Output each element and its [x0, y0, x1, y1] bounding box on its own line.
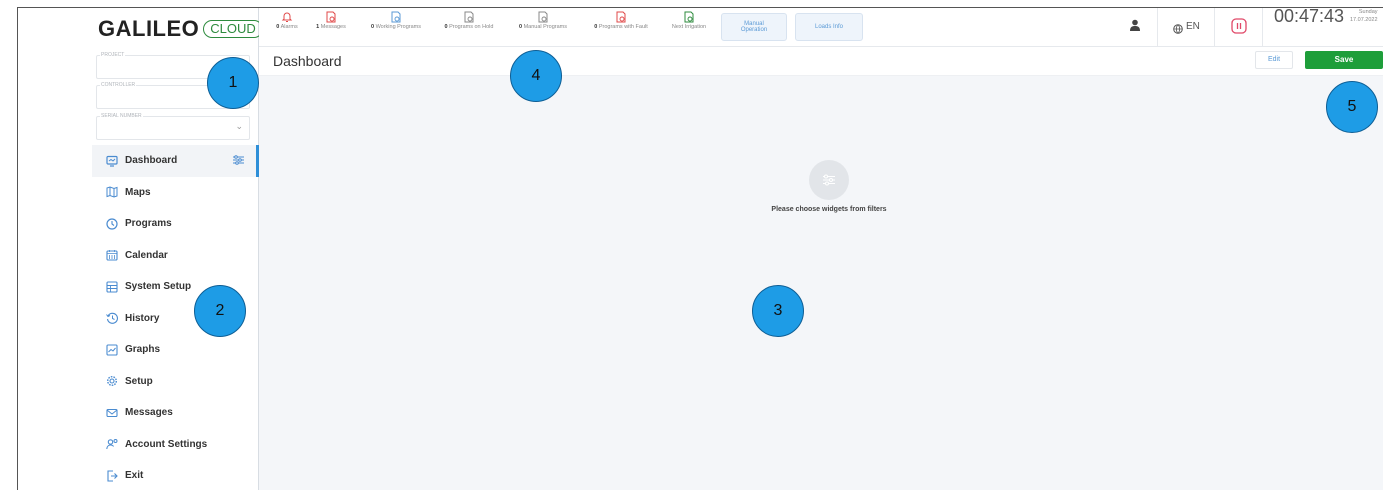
- clock-time: 00:47:43: [1274, 6, 1345, 26]
- save-button[interactable]: Save: [1305, 51, 1383, 69]
- clock-date: Sunday 17.07.2022: [1350, 8, 1378, 24]
- sidebar-item-label: Dashboard: [125, 155, 178, 167]
- gear-icon: [106, 375, 118, 387]
- alarms-count: 0: [276, 24, 280, 30]
- programs-on-hold-count: 0: [444, 24, 448, 30]
- language-selector[interactable]: EN: [1186, 21, 1200, 32]
- message-doc-icon: [325, 10, 337, 23]
- program-doc-icon: [390, 10, 402, 23]
- sidebar-item-messages[interactable]: Messages: [92, 397, 258, 429]
- clock-icon: [106, 218, 118, 230]
- user-gear-icon: [106, 438, 118, 450]
- manual-programs-label: Manual Programs: [523, 24, 567, 30]
- project-field-label: PROJECT: [100, 52, 126, 58]
- separator: [1214, 8, 1215, 46]
- app-frame: GALILEO CLOUD « PROJECT CONTROLLER SERIA…: [0, 0, 1383, 490]
- program-fault-icon: [615, 10, 627, 23]
- messages-label: Messages: [320, 24, 346, 30]
- graph-icon: [106, 344, 118, 356]
- sidebar-item-label: Account Settings: [125, 438, 208, 450]
- sidebar-item-dashboard[interactable]: Dashboard: [92, 145, 259, 177]
- page-title: Dashboard: [273, 53, 342, 69]
- sidebar-item-exit[interactable]: Exit: [92, 460, 258, 492]
- separator: [1262, 8, 1263, 46]
- sidebar-item-setup[interactable]: Setup: [92, 366, 258, 398]
- separator: [1157, 8, 1158, 46]
- sidebar-item-label: Calendar: [125, 249, 168, 261]
- sidebar-item-label: History: [125, 312, 160, 324]
- serial-number-select[interactable]: SERIAL NUMBER ⌄: [96, 113, 250, 140]
- table-icon: [106, 281, 118, 293]
- bell-icon: [281, 10, 293, 22]
- manual-programs-stat[interactable]: 0 Manual Programs: [511, 10, 575, 30]
- sidebar-item-maps[interactable]: Maps: [92, 177, 258, 209]
- annotation-badge-2: 2: [194, 285, 246, 337]
- sidebar-item-label: System Setup: [125, 281, 192, 293]
- annotation-badge-3: 3: [752, 285, 804, 337]
- sidebar-item-label: Graphs: [125, 344, 161, 356]
- sidebar-item-account-settings[interactable]: Account Settings: [92, 429, 258, 461]
- sidebar-item-label: Exit: [125, 470, 144, 482]
- edit-button[interactable]: Edit: [1255, 51, 1293, 69]
- messages-stat[interactable]: 1 Messages: [311, 10, 351, 30]
- left-margin: [0, 0, 17, 490]
- monitor-icon: [106, 155, 118, 167]
- program-doc-icon: [463, 10, 475, 23]
- sidebar-item-label: Programs: [125, 218, 172, 230]
- program-doc-icon: [537, 10, 549, 23]
- envelope-icon: [106, 407, 118, 419]
- chevron-down-icon: ⌄: [235, 121, 243, 131]
- empty-state-message: Please choose widgets from filters: [771, 206, 887, 213]
- working-programs-stat[interactable]: 0 Working Programs: [363, 10, 429, 30]
- annotation-badge-5: 5: [1326, 81, 1378, 133]
- top-bar: 0 Alarms 1 Messages 0 Working Programs 0…: [259, 8, 1383, 47]
- sidebar-item-label: Setup: [125, 375, 153, 387]
- controller-field-label: CONTROLLER: [100, 82, 137, 88]
- serial-number-label: SERIAL NUMBER: [100, 113, 143, 119]
- manual-operation-button[interactable]: Manual Operation: [721, 13, 787, 41]
- sidebar-item-calendar[interactable]: Calendar: [92, 240, 258, 272]
- page-header: Dashboard Edit Save: [259, 47, 1383, 76]
- programs-with-fault-count: 0: [594, 24, 598, 30]
- irrigation-doc-icon: [683, 10, 695, 23]
- map-icon: [106, 186, 118, 198]
- exit-icon: [106, 470, 118, 482]
- sidebar-item-graphs[interactable]: Graphs: [92, 334, 258, 366]
- working-programs-label: Working Programs: [375, 24, 422, 30]
- brand-name: GALILEO: [98, 16, 200, 41]
- dashboard-content: Please choose widgets from filters: [259, 76, 1383, 490]
- annotation-badge-1: 1: [207, 57, 259, 109]
- globe-icon: [1173, 21, 1183, 39]
- sidebar-item-programs[interactable]: Programs: [92, 208, 258, 240]
- alarms-label: Alarms: [280, 24, 298, 30]
- frame-left-border: [17, 7, 18, 490]
- messages-count: 1: [316, 24, 320, 30]
- programs-on-hold-label: Programs on Hold: [449, 24, 494, 30]
- filter-icon: [809, 160, 849, 200]
- history-icon: [106, 312, 118, 325]
- sidebar-item-label: Messages: [125, 407, 173, 419]
- programs-with-fault-label: Programs with Fault: [598, 24, 648, 30]
- calendar-icon: [106, 249, 118, 261]
- filter-icon[interactable]: [233, 155, 244, 168]
- clock-day: Sunday: [1358, 9, 1378, 15]
- clock-date-value: 17.07.2022: [1350, 17, 1378, 23]
- loads-info-button[interactable]: Loads Info: [795, 13, 863, 41]
- brand-cloud: CLOUD: [203, 20, 263, 38]
- working-programs-count: 0: [370, 24, 375, 30]
- annotation-badge-4: 4: [510, 50, 562, 102]
- frame-top-border: [17, 7, 1383, 8]
- brand-logo: GALILEO CLOUD «: [98, 13, 280, 45]
- programs-on-hold-stat[interactable]: 0 Programs on Hold: [437, 10, 501, 30]
- manual-programs-count: 0: [518, 24, 523, 30]
- sidebar-item-label: Maps: [125, 186, 151, 198]
- next-irrigation-stat[interactable]: Next Irrigation: [665, 10, 713, 30]
- pause-icon[interactable]: [1231, 18, 1247, 39]
- loads-info-label: Loads Info: [814, 24, 844, 30]
- programs-with-fault-stat[interactable]: 0 Programs with Fault: [585, 10, 657, 30]
- next-irrigation-label: Next Irrigation: [671, 24, 707, 30]
- alarms-stat[interactable]: 0 Alarms: [271, 10, 303, 30]
- user-icon[interactable]: [1129, 19, 1141, 37]
- manual-operation-line2: Operation: [740, 27, 768, 33]
